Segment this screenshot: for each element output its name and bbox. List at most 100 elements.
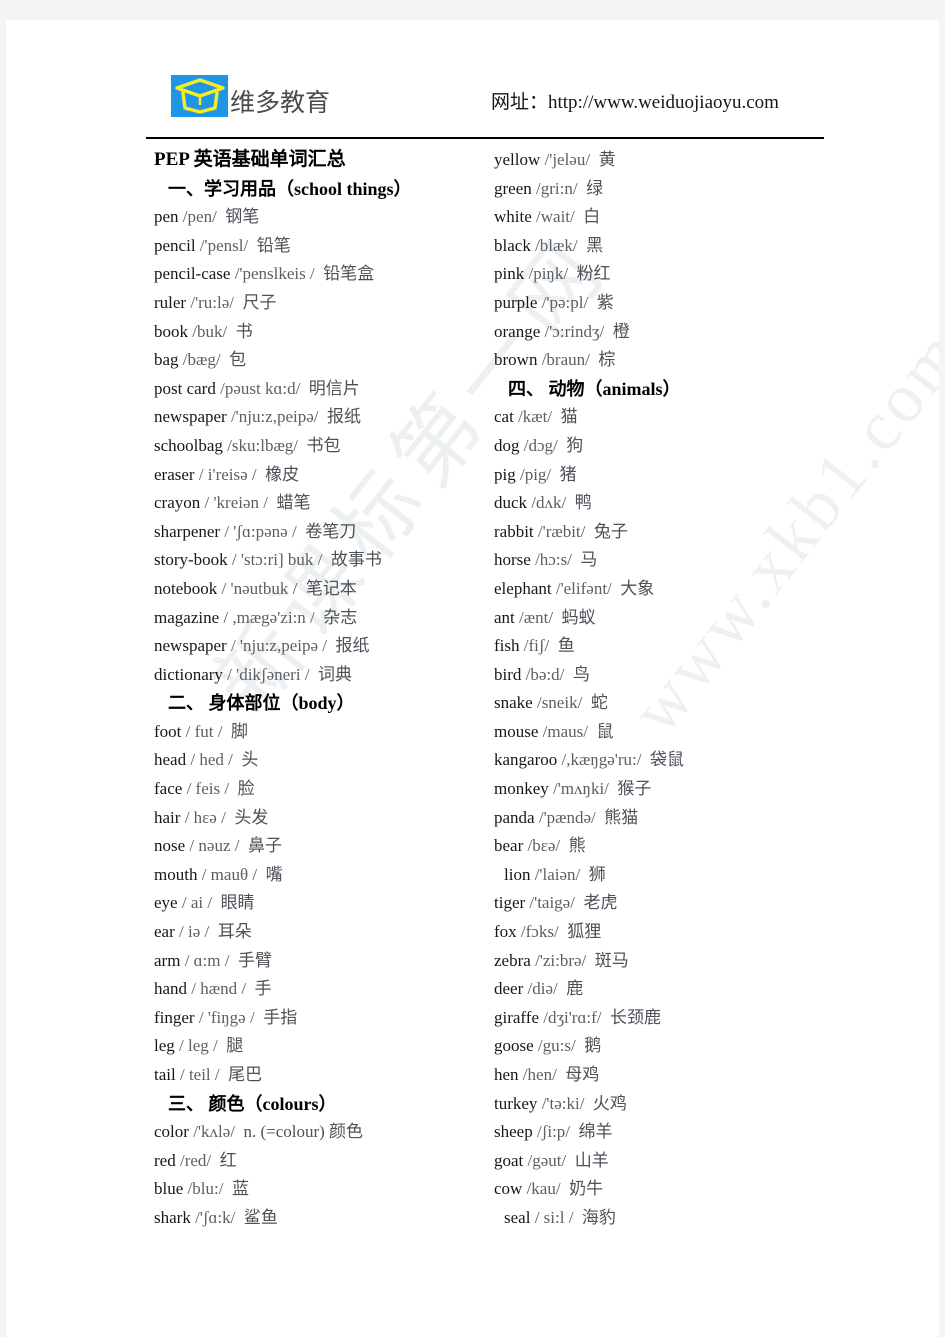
entry-translation: 鼻子 bbox=[247, 836, 282, 856]
vocabulary-entry: purple /'pə:pl/ 紫 bbox=[494, 289, 839, 318]
vocabulary-entry: schoolbag /sku:lbæg/ 书包 bbox=[154, 432, 494, 461]
vocabulary-entry: sheep /ʃi:p/ 绵羊 bbox=[494, 1118, 839, 1147]
entry-pronunciation: /'pensl/ bbox=[199, 235, 249, 255]
entry-word: duck bbox=[494, 493, 528, 513]
entry-word: fish bbox=[494, 636, 520, 656]
entry-word: dog bbox=[494, 435, 520, 455]
entry-word: snake bbox=[494, 693, 533, 713]
entry-word: tail bbox=[154, 1065, 176, 1084]
entry-translation: 腿 bbox=[226, 1036, 244, 1056]
entry-word: pencil bbox=[154, 235, 196, 255]
entry-pronunciation: /'ᴢi:brə/ bbox=[535, 950, 587, 970]
entry-pronunciation: / teil / bbox=[179, 1065, 220, 1084]
vocabulary-entry: seal / si:l / 海豹 bbox=[494, 1204, 839, 1233]
entry-translation: 粉红 bbox=[576, 264, 611, 284]
entry-translation: 猪 bbox=[559, 464, 577, 484]
vocabulary-entry: rabbit /'ræbit/ 兔子 bbox=[494, 518, 839, 547]
vocabulary-entry: ruler /'ru:lə/ 尺子 bbox=[154, 289, 494, 318]
entry-pronunciation: /'pə:pl/ bbox=[541, 292, 589, 312]
entry-translation: 袋鼠 bbox=[649, 750, 684, 770]
vocabulary-entry: shark /'ʃɑ:k/ 鲨鱼 bbox=[154, 1204, 494, 1233]
vocabulary-entry: tail / teil / 尾巴 bbox=[154, 1061, 494, 1090]
vocabulary-entry: dictionary / 'dikʃəneri / 词典 bbox=[154, 661, 494, 690]
entry-pronunciation: /'laiən/ bbox=[534, 864, 581, 884]
entry-pronunciation: / 'ʃɑ:pənə / bbox=[224, 521, 297, 541]
entry-pronunciation: /buk/ bbox=[192, 321, 228, 341]
entry-translation: 白 bbox=[583, 207, 601, 227]
entry-pronunciation: /'elifənt/ bbox=[555, 578, 612, 598]
entry-translation: 海豹 bbox=[581, 1207, 616, 1227]
entry-translation: 长颈鹿 bbox=[609, 1007, 661, 1027]
entry-pronunciation: /piŋk/ bbox=[528, 264, 569, 284]
entry-pronunciation: /bɛə/ bbox=[527, 836, 561, 856]
vocabulary-entry: pig /pig/ 猪 bbox=[494, 461, 839, 490]
entry-translation: 书 bbox=[235, 321, 253, 341]
vocabulary-entry: panda /'pændə/ 熊猫 bbox=[494, 804, 839, 833]
entry-word: rabbit bbox=[494, 521, 534, 541]
entry-pronunciation: /pig/ bbox=[519, 464, 552, 484]
entry-word: fox bbox=[494, 922, 517, 942]
entry-word: schoolbag bbox=[154, 435, 223, 455]
entry-word: green bbox=[494, 178, 532, 198]
entry-translation: 脚 bbox=[230, 721, 248, 741]
entry-word: hair bbox=[154, 807, 181, 827]
entry-word: cow bbox=[494, 1179, 523, 1199]
vocabulary-entry: yellow /'jeləu/ 黄 bbox=[494, 146, 839, 175]
entry-translation: 杂志 bbox=[323, 607, 358, 627]
entry-word: eye bbox=[154, 893, 178, 913]
entry-word: monkey bbox=[494, 779, 549, 799]
entry-pronunciation: /dʒi'rɑ:f/ bbox=[543, 1007, 602, 1027]
entry-translation: 兔子 bbox=[593, 521, 628, 541]
entry-word: newspaper bbox=[154, 407, 227, 427]
entry-word: horse bbox=[494, 550, 531, 570]
vocabulary-entry: kangaroo /,kæŋgə'ru:/ 袋鼠 bbox=[494, 746, 839, 775]
entry-pronunciation: /'ræbit/ bbox=[537, 521, 586, 541]
vocabulary-entry: notebook / 'nəutbuk / 笔记本 bbox=[154, 575, 494, 604]
entry-word: ear bbox=[154, 922, 175, 942]
vocabulary-entry: eye / ai / 眼睛 bbox=[154, 889, 494, 918]
entry-translation: 手指 bbox=[263, 1007, 298, 1027]
entry-pronunciation: /red/ bbox=[179, 1150, 212, 1170]
vocabulary-entry: elephant /'elifənt/ 大象 bbox=[494, 575, 839, 604]
entry-pronunciation: / ai / bbox=[181, 893, 213, 913]
entry-pronunciation: /ʃi:p/ bbox=[536, 1122, 571, 1142]
vocabulary-entry: ᴢebra /'ᴢi:brə/ 斑马 bbox=[494, 947, 839, 976]
vocabulary-entry: duck /dʌk/ 鸭 bbox=[494, 489, 839, 518]
entry-word: bird bbox=[494, 664, 522, 684]
entry-pronunciation: / mauθ / bbox=[201, 864, 258, 884]
entry-pronunciation: /fiʃ/ bbox=[523, 636, 550, 656]
entry-pronunciation: / ɑ:m / bbox=[184, 950, 230, 970]
entry-pronunciation: /'kʌlə/ bbox=[193, 1122, 235, 1142]
entry-translation: 包 bbox=[229, 350, 247, 370]
entry-pronunciation: / si:l / bbox=[534, 1207, 574, 1227]
entry-word: finger bbox=[154, 1007, 195, 1027]
entry-translation: 报纸 bbox=[327, 407, 362, 427]
entry-translation: 笔记本 bbox=[305, 578, 357, 598]
entry-pronunciation: /hɔ:s/ bbox=[535, 550, 572, 570]
entry-pronunciation: / i'reisə / bbox=[198, 464, 257, 484]
entry-pronunciation: / ,mægə'zi:n / bbox=[223, 607, 315, 627]
vocabulary-entry: post card /pəust kɑ:d/ 明信片 bbox=[154, 375, 494, 404]
vocabulary-entry: hand / hænd / 手 bbox=[154, 975, 494, 1004]
entry-word: elephant bbox=[494, 578, 552, 598]
entry-translation: 橡皮 bbox=[265, 464, 300, 484]
entry-word: red bbox=[154, 1150, 176, 1170]
entry-pronunciation: /,kæŋgə'ru:/ bbox=[561, 750, 642, 770]
vocabulary-entry: pencil /'pensl/ 铅笔 bbox=[154, 232, 494, 261]
vocabulary-entry: mouse /maus/ 鼠 bbox=[494, 718, 839, 747]
entry-word: seal bbox=[504, 1207, 531, 1227]
entry-pronunciation: /'taigə/ bbox=[529, 893, 575, 913]
vocabulary-entry: red /red/ 红 bbox=[154, 1147, 494, 1176]
vocabulary-entry: ear / iə / 耳朵 bbox=[154, 918, 494, 947]
entry-pronunciation: /wait/ bbox=[536, 207, 575, 227]
vocabulary-entry: lion /'laiən/ 狮 bbox=[494, 861, 839, 890]
entry-word: turkey bbox=[494, 1093, 538, 1113]
entry-word: yellow bbox=[494, 150, 541, 169]
entry-word: goat bbox=[494, 1150, 524, 1170]
entry-pronunciation: / 'kreiən / bbox=[204, 493, 268, 513]
entry-translation: 猴子 bbox=[617, 779, 652, 799]
entry-pronunciation: /gu:s/ bbox=[537, 1036, 576, 1056]
entry-word: shark bbox=[154, 1207, 191, 1227]
entry-pronunciation: / hed / bbox=[190, 750, 233, 770]
entry-word: giraffe bbox=[494, 1007, 539, 1027]
